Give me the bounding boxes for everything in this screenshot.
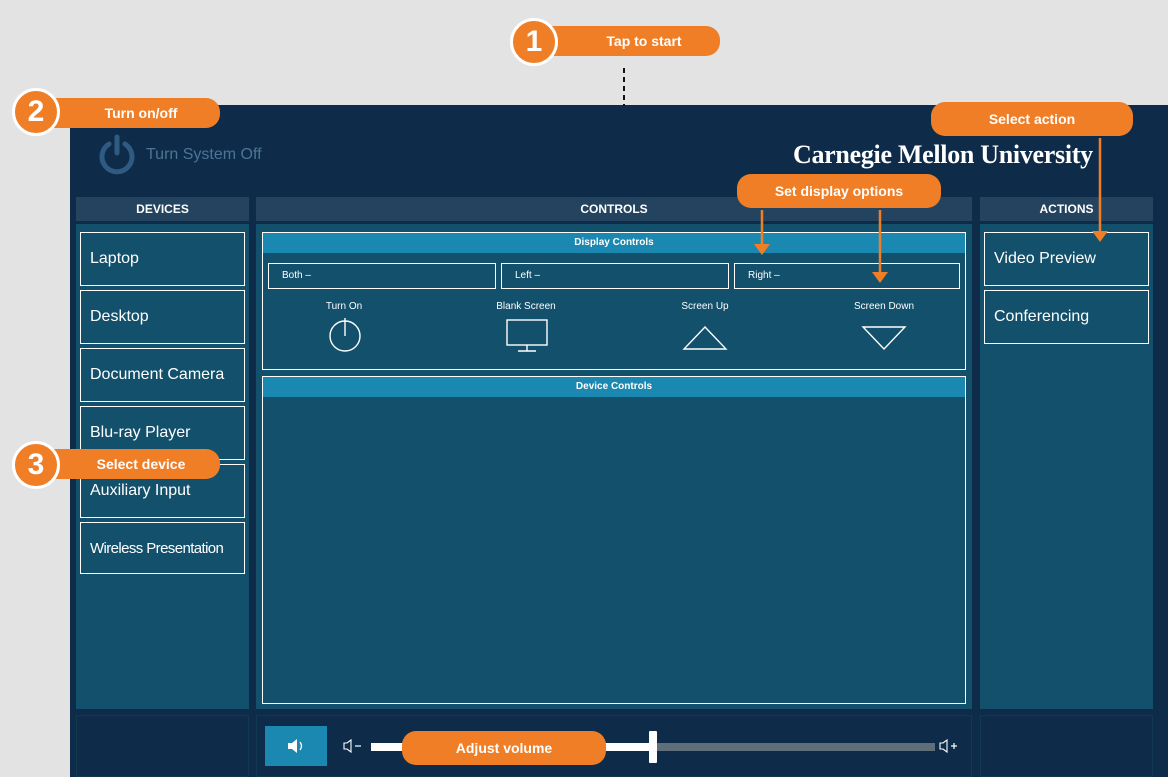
- callout-display-options: Set display options: [737, 174, 941, 208]
- callout-select-action: Select action: [931, 102, 1133, 136]
- step-number-badge: 3: [12, 441, 60, 489]
- step-number-badge: 1: [510, 18, 558, 66]
- callout-adjust-volume: Adjust volume: [402, 731, 606, 765]
- callout-text: Select device: [96, 456, 186, 472]
- callout-tap-to-start: Tap to start: [548, 26, 720, 56]
- callout-text: Turn on/off: [104, 105, 178, 121]
- callout-select-device: Select device: [48, 449, 220, 479]
- callout-text: Set display options: [774, 183, 904, 199]
- callout-text: Adjust volume: [455, 740, 553, 756]
- step-number-badge: 2: [12, 88, 60, 136]
- callout-turn-on-off: Turn on/off: [48, 98, 220, 128]
- callout-text: Select action: [988, 111, 1076, 127]
- callout-text: Tap to start: [606, 33, 682, 49]
